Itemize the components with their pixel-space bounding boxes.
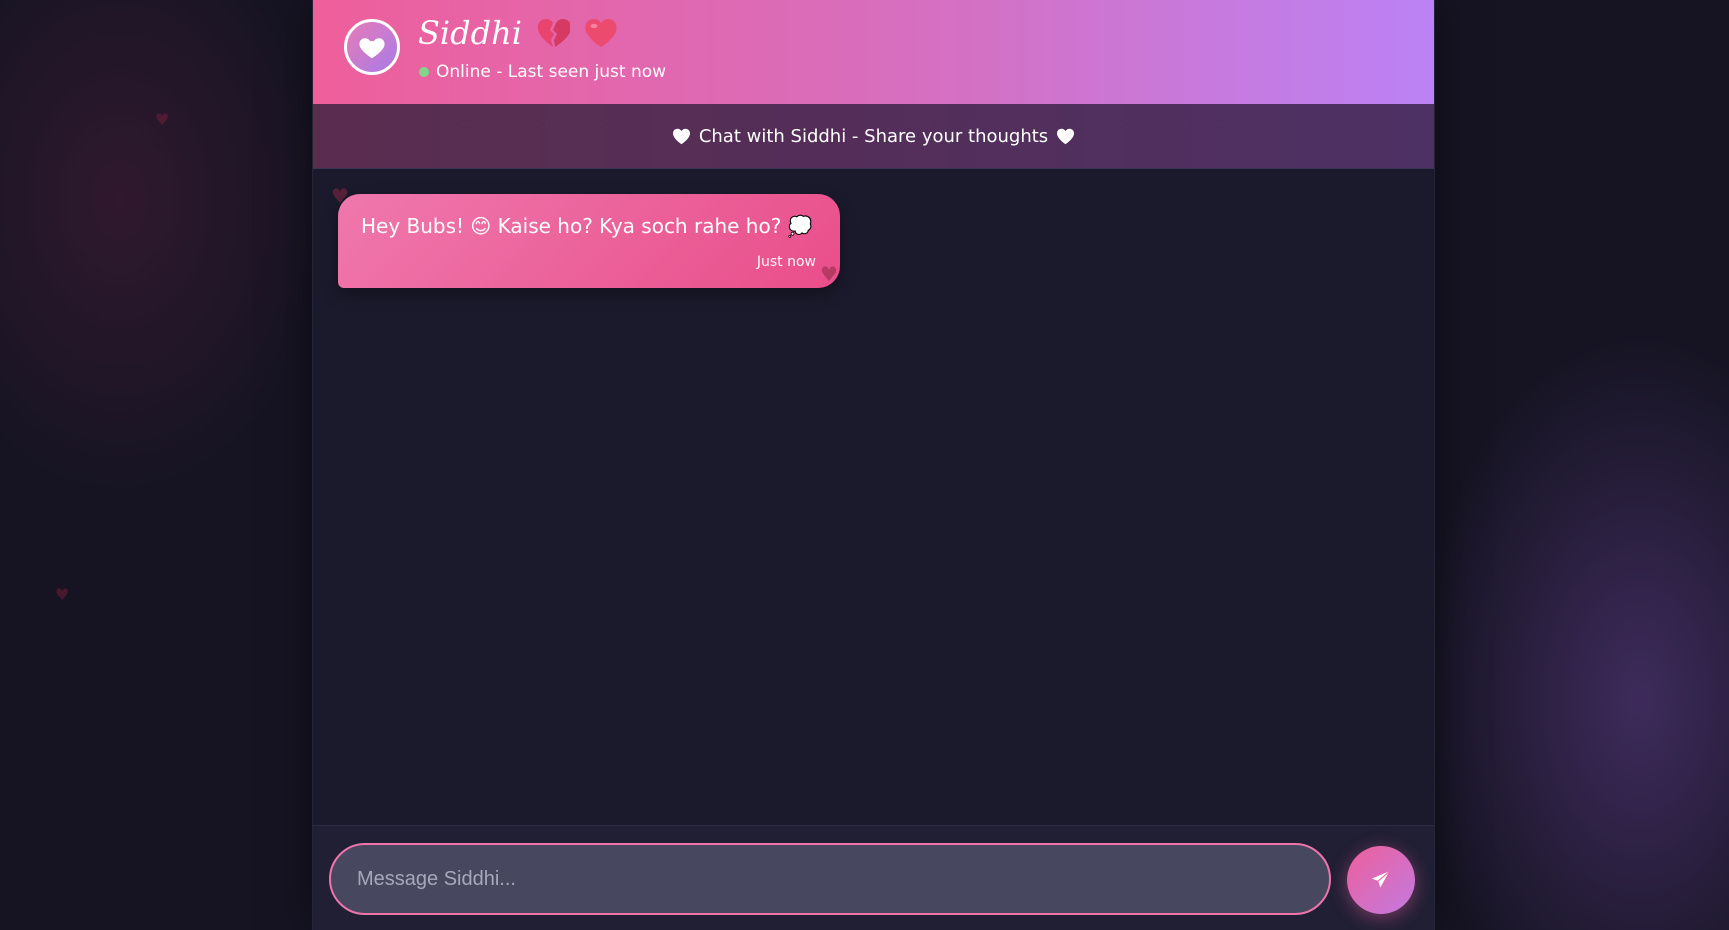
message-list[interactable]: ♥ Hey Bubs! 😊 Kaise ho? Kya soch rahe ho… (313, 170, 1434, 825)
send-icon (1371, 870, 1391, 889)
send-button[interactable] (1347, 846, 1415, 914)
message-composer (313, 825, 1434, 930)
chat-window: Siddhi Online - Last seen just now Chat … (312, 0, 1435, 930)
online-indicator (419, 67, 429, 77)
decorative-heart-icon: ♥ (820, 262, 838, 286)
status-text: Online - Last seen just now (436, 62, 667, 82)
message-input[interactable] (329, 843, 1331, 915)
message-bubble-incoming: Hey Bubs! 😊 Kaise ho? Kya soch rahe ho? … (338, 194, 840, 288)
banner-text: Chat with Siddhi - Share your thoughts (698, 125, 1049, 147)
heart-icon (1057, 128, 1075, 144)
message-text: Hey Bubs! 😊 Kaise ho? Kya soch rahe ho? … (361, 214, 813, 238)
chat-banner: Chat with Siddhi - Share your thoughts (313, 104, 1434, 169)
contact-name: Siddhi (418, 14, 522, 52)
chat-header: Siddhi Online - Last seen just now (313, 0, 1434, 104)
heart-icon (359, 38, 385, 59)
broken-heart-emoji-icon (536, 17, 570, 49)
heart-icon (672, 128, 690, 144)
background-heart-icon: ♥ (155, 110, 170, 129)
message-timestamp: Just now (756, 254, 816, 270)
avatar[interactable] (344, 19, 400, 75)
red-heart-emoji-icon (584, 17, 618, 49)
background-heart-icon: ♥ (55, 585, 70, 604)
